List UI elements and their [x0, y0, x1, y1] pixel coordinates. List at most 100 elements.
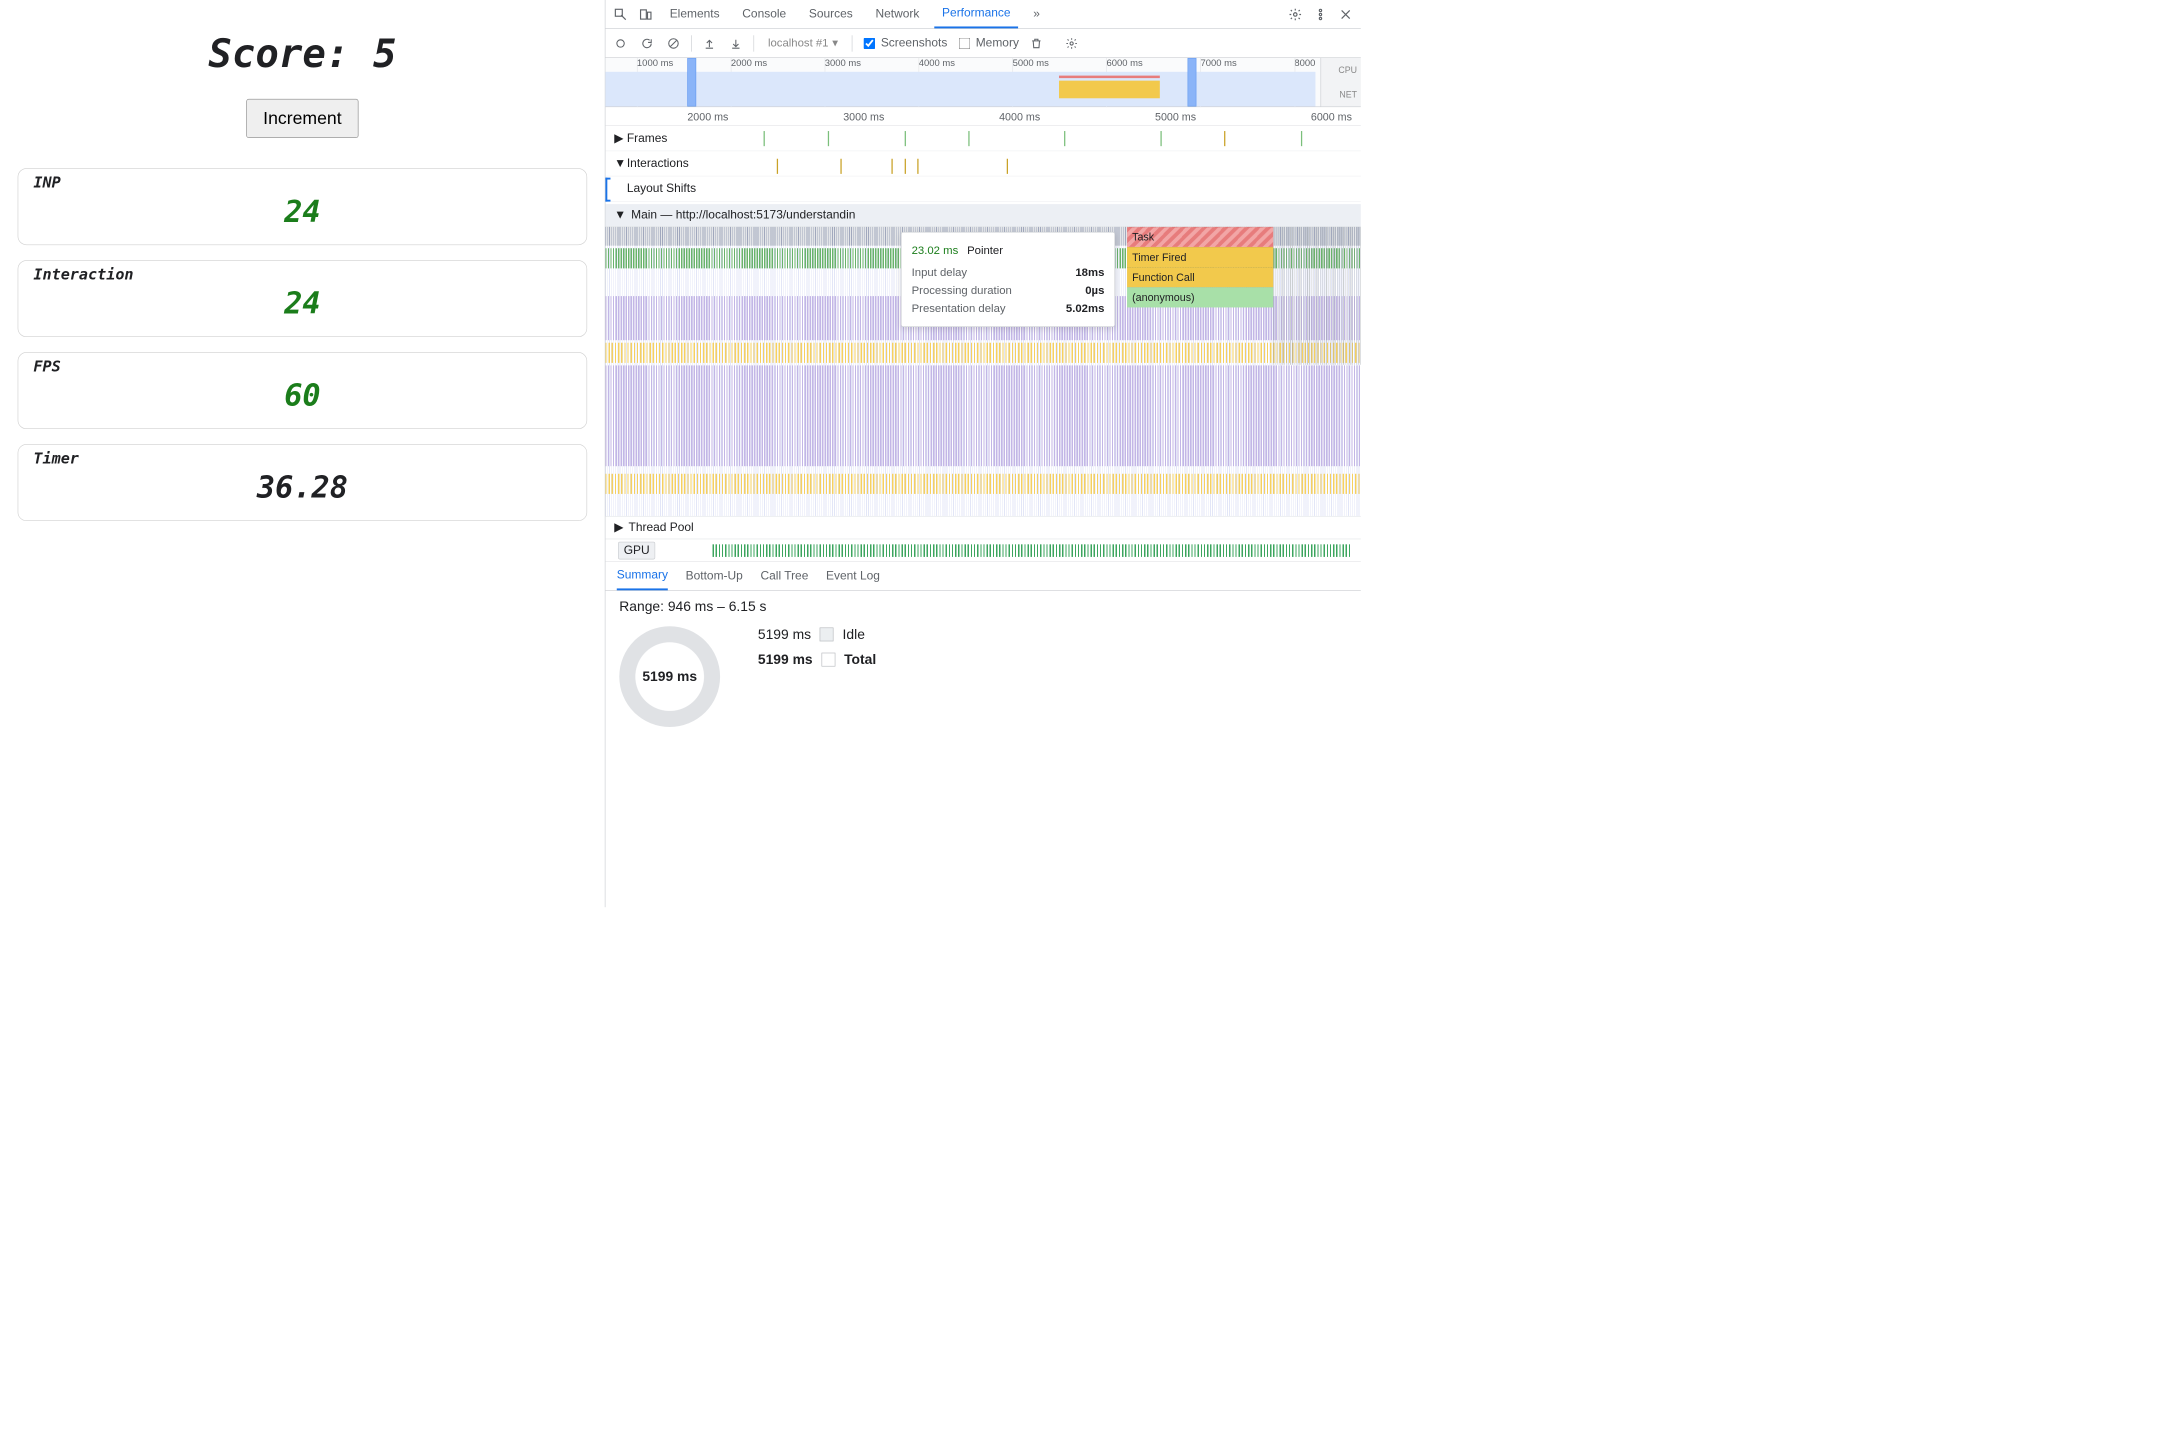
caret-right-icon: ▶ — [614, 520, 623, 534]
ov-tick: 4000 ms — [919, 58, 955, 72]
ov-cpu-label: CPU — [1338, 65, 1357, 75]
ov-handle-right[interactable] — [1188, 58, 1197, 107]
devtools-panel: Elements Console Sources Network Perform… — [605, 0, 1361, 907]
timeline-ruler: 2000 ms 3000 ms 4000 ms 5000 ms 6000 ms — [605, 107, 1360, 126]
overview-minimap[interactable]: 1000 ms 2000 ms 3000 ms 4000 ms 5000 ms … — [605, 58, 1360, 107]
capture-settings-gear-icon[interactable] — [1063, 34, 1081, 52]
card-inp: INP 24 — [18, 168, 588, 245]
btab-event-log[interactable]: Event Log — [826, 562, 880, 590]
flame-entry-function-call[interactable]: Function Call — [1127, 267, 1273, 287]
screenshots-checkbox[interactable]: Screenshots — [861, 36, 947, 51]
card-fps-value: 60 — [33, 378, 571, 413]
card-inp-value: 24 — [33, 194, 571, 229]
summary-donut: 5199 ms — [619, 626, 720, 727]
inspect-element-icon[interactable] — [612, 5, 630, 23]
close-devtools-icon[interactable] — [1337, 5, 1355, 23]
ov-tick: 1000 ms — [637, 58, 673, 72]
summary-pane: Range: 946 ms – 6.15 s — [605, 591, 1360, 615]
recording-select-label: localhost #1 — [768, 37, 829, 50]
summary-range: Range: 946 ms – 6.15 s — [619, 599, 1347, 615]
btab-bottom-up[interactable]: Bottom-Up — [686, 562, 743, 590]
tooltip-row-value: 0µs — [1085, 281, 1104, 299]
track-main-header[interactable]: ▼ Main — http://localhost:5173/understan… — [605, 204, 1360, 227]
ov-long-task-marker — [1059, 76, 1160, 79]
legend-total-label: Total — [844, 651, 876, 667]
settings-gear-icon[interactable] — [1286, 5, 1304, 23]
track-ls-label: Layout Shifts — [627, 182, 696, 196]
legend-total-time: 5199 ms — [758, 651, 813, 667]
flame-callstack: Task Timer Fired Function Call (anonymou… — [1127, 227, 1273, 308]
ov-tick: 8000 — [1294, 58, 1315, 72]
record-icon[interactable] — [612, 34, 630, 52]
interaction-tooltip: 23.02 ms Pointer Input delay 18ms Proces… — [901, 232, 1115, 327]
track-thread-pool-label: Thread Pool — [629, 521, 694, 535]
flame-entry-timer-fired[interactable]: Timer Fired — [1127, 247, 1273, 267]
ov-handle-left[interactable] — [687, 58, 696, 107]
tab-network[interactable]: Network — [868, 0, 927, 28]
gpu-bars — [713, 544, 1352, 557]
tab-more[interactable]: » — [1026, 0, 1048, 28]
upper-tracks: ▶ Frames ▼ Interactions Layout Shifts — [605, 126, 1360, 204]
tab-sources[interactable]: Sources — [801, 0, 860, 28]
reload-record-icon[interactable] — [638, 34, 656, 52]
flame-lane-yellow — [605, 343, 1360, 363]
screenshots-checkbox-label: Screenshots — [881, 36, 948, 50]
ov-tick: 2000 ms — [731, 58, 767, 72]
increment-button[interactable]: Increment — [246, 99, 358, 138]
garbage-collect-icon[interactable] — [1028, 34, 1046, 52]
ov-activity-block — [1059, 81, 1160, 99]
ov-side-labels: CPU NET — [1320, 58, 1360, 107]
flame-right-tasks — [1273, 227, 1361, 365]
summary-content: 5199 ms 5199 ms Idle 5199 ms Total — [605, 615, 1360, 738]
ruler-tick: 4000 ms — [999, 111, 1040, 124]
card-interaction-label: Interaction — [33, 266, 571, 284]
caret-right-icon: ▶ — [614, 131, 622, 145]
kebab-menu-icon[interactable] — [1312, 5, 1330, 23]
legend-total-swatch — [821, 653, 835, 667]
legend-idle-label: Idle — [843, 626, 865, 642]
ov-net-label: NET — [1339, 89, 1357, 99]
btab-summary[interactable]: Summary — [617, 562, 668, 590]
track-main-label: Main — http://localhost:5173/understandi… — [631, 208, 855, 222]
perf-detail-tabs: Summary Bottom-Up Call Tree Event Log — [605, 562, 1360, 591]
device-toolbar-icon[interactable] — [637, 5, 655, 23]
track-thread-pool[interactable]: ▶ Thread Pool — [605, 517, 1360, 540]
score-label: Score: — [208, 30, 349, 76]
ruler-tick: 5000 ms — [1155, 111, 1196, 124]
tooltip-presentation-delay: Presentation delay 5.02ms — [912, 299, 1105, 317]
flame-entry-task[interactable]: Task — [1127, 227, 1273, 247]
ruler-tick: 2000 ms — [687, 111, 728, 124]
metric-cards: INP 24 Interaction 24 FPS 60 Timer 36.28 — [18, 168, 588, 521]
track-gpu[interactable]: GPU — [605, 539, 1360, 562]
ov-selection-region — [605, 72, 1315, 107]
track-layout-shifts[interactable]: Layout Shifts — [605, 176, 1360, 201]
track-gpu-label: GPU — [618, 541, 655, 559]
screenshots-checkbox-input[interactable] — [864, 37, 875, 48]
memory-checkbox-input[interactable] — [959, 37, 970, 48]
ov-tick: 7000 ms — [1200, 58, 1236, 72]
perf-toolbar: localhost #1 ▾ Screenshots Memory — [605, 29, 1360, 58]
card-timer-label: Timer — [33, 450, 571, 468]
recording-select[interactable]: localhost #1 ▾ — [763, 37, 843, 50]
btab-call-tree[interactable]: Call Tree — [760, 562, 808, 590]
overview-ticks: 1000 ms 2000 ms 3000 ms 4000 ms 5000 ms … — [637, 58, 1316, 72]
legend-idle-swatch — [820, 627, 834, 641]
tab-performance[interactable]: Performance — [934, 0, 1018, 28]
devtools-tabstrip: Elements Console Sources Network Perform… — [605, 0, 1360, 29]
clear-icon[interactable] — [665, 34, 683, 52]
flame-entry-anonymous[interactable]: (anonymous) — [1127, 287, 1273, 307]
ruler-tick: 3000 ms — [843, 111, 884, 124]
summary-legend: 5199 ms Idle 5199 ms Total — [758, 626, 876, 668]
card-fps-label: FPS — [33, 358, 571, 376]
ov-tick: 5000 ms — [1013, 58, 1049, 72]
memory-checkbox[interactable]: Memory — [956, 36, 1019, 51]
tooltip-row-label: Presentation delay — [912, 299, 1006, 317]
ov-tick: 3000 ms — [825, 58, 861, 72]
chevron-down-icon: ▾ — [832, 37, 838, 50]
tab-console[interactable]: Console — [735, 0, 794, 28]
upload-icon[interactable] — [701, 34, 719, 52]
ov-tick: 6000 ms — [1107, 58, 1143, 72]
download-icon[interactable] — [727, 34, 745, 52]
flame-lane-yellow2 — [605, 474, 1360, 494]
tab-elements[interactable]: Elements — [662, 0, 727, 28]
